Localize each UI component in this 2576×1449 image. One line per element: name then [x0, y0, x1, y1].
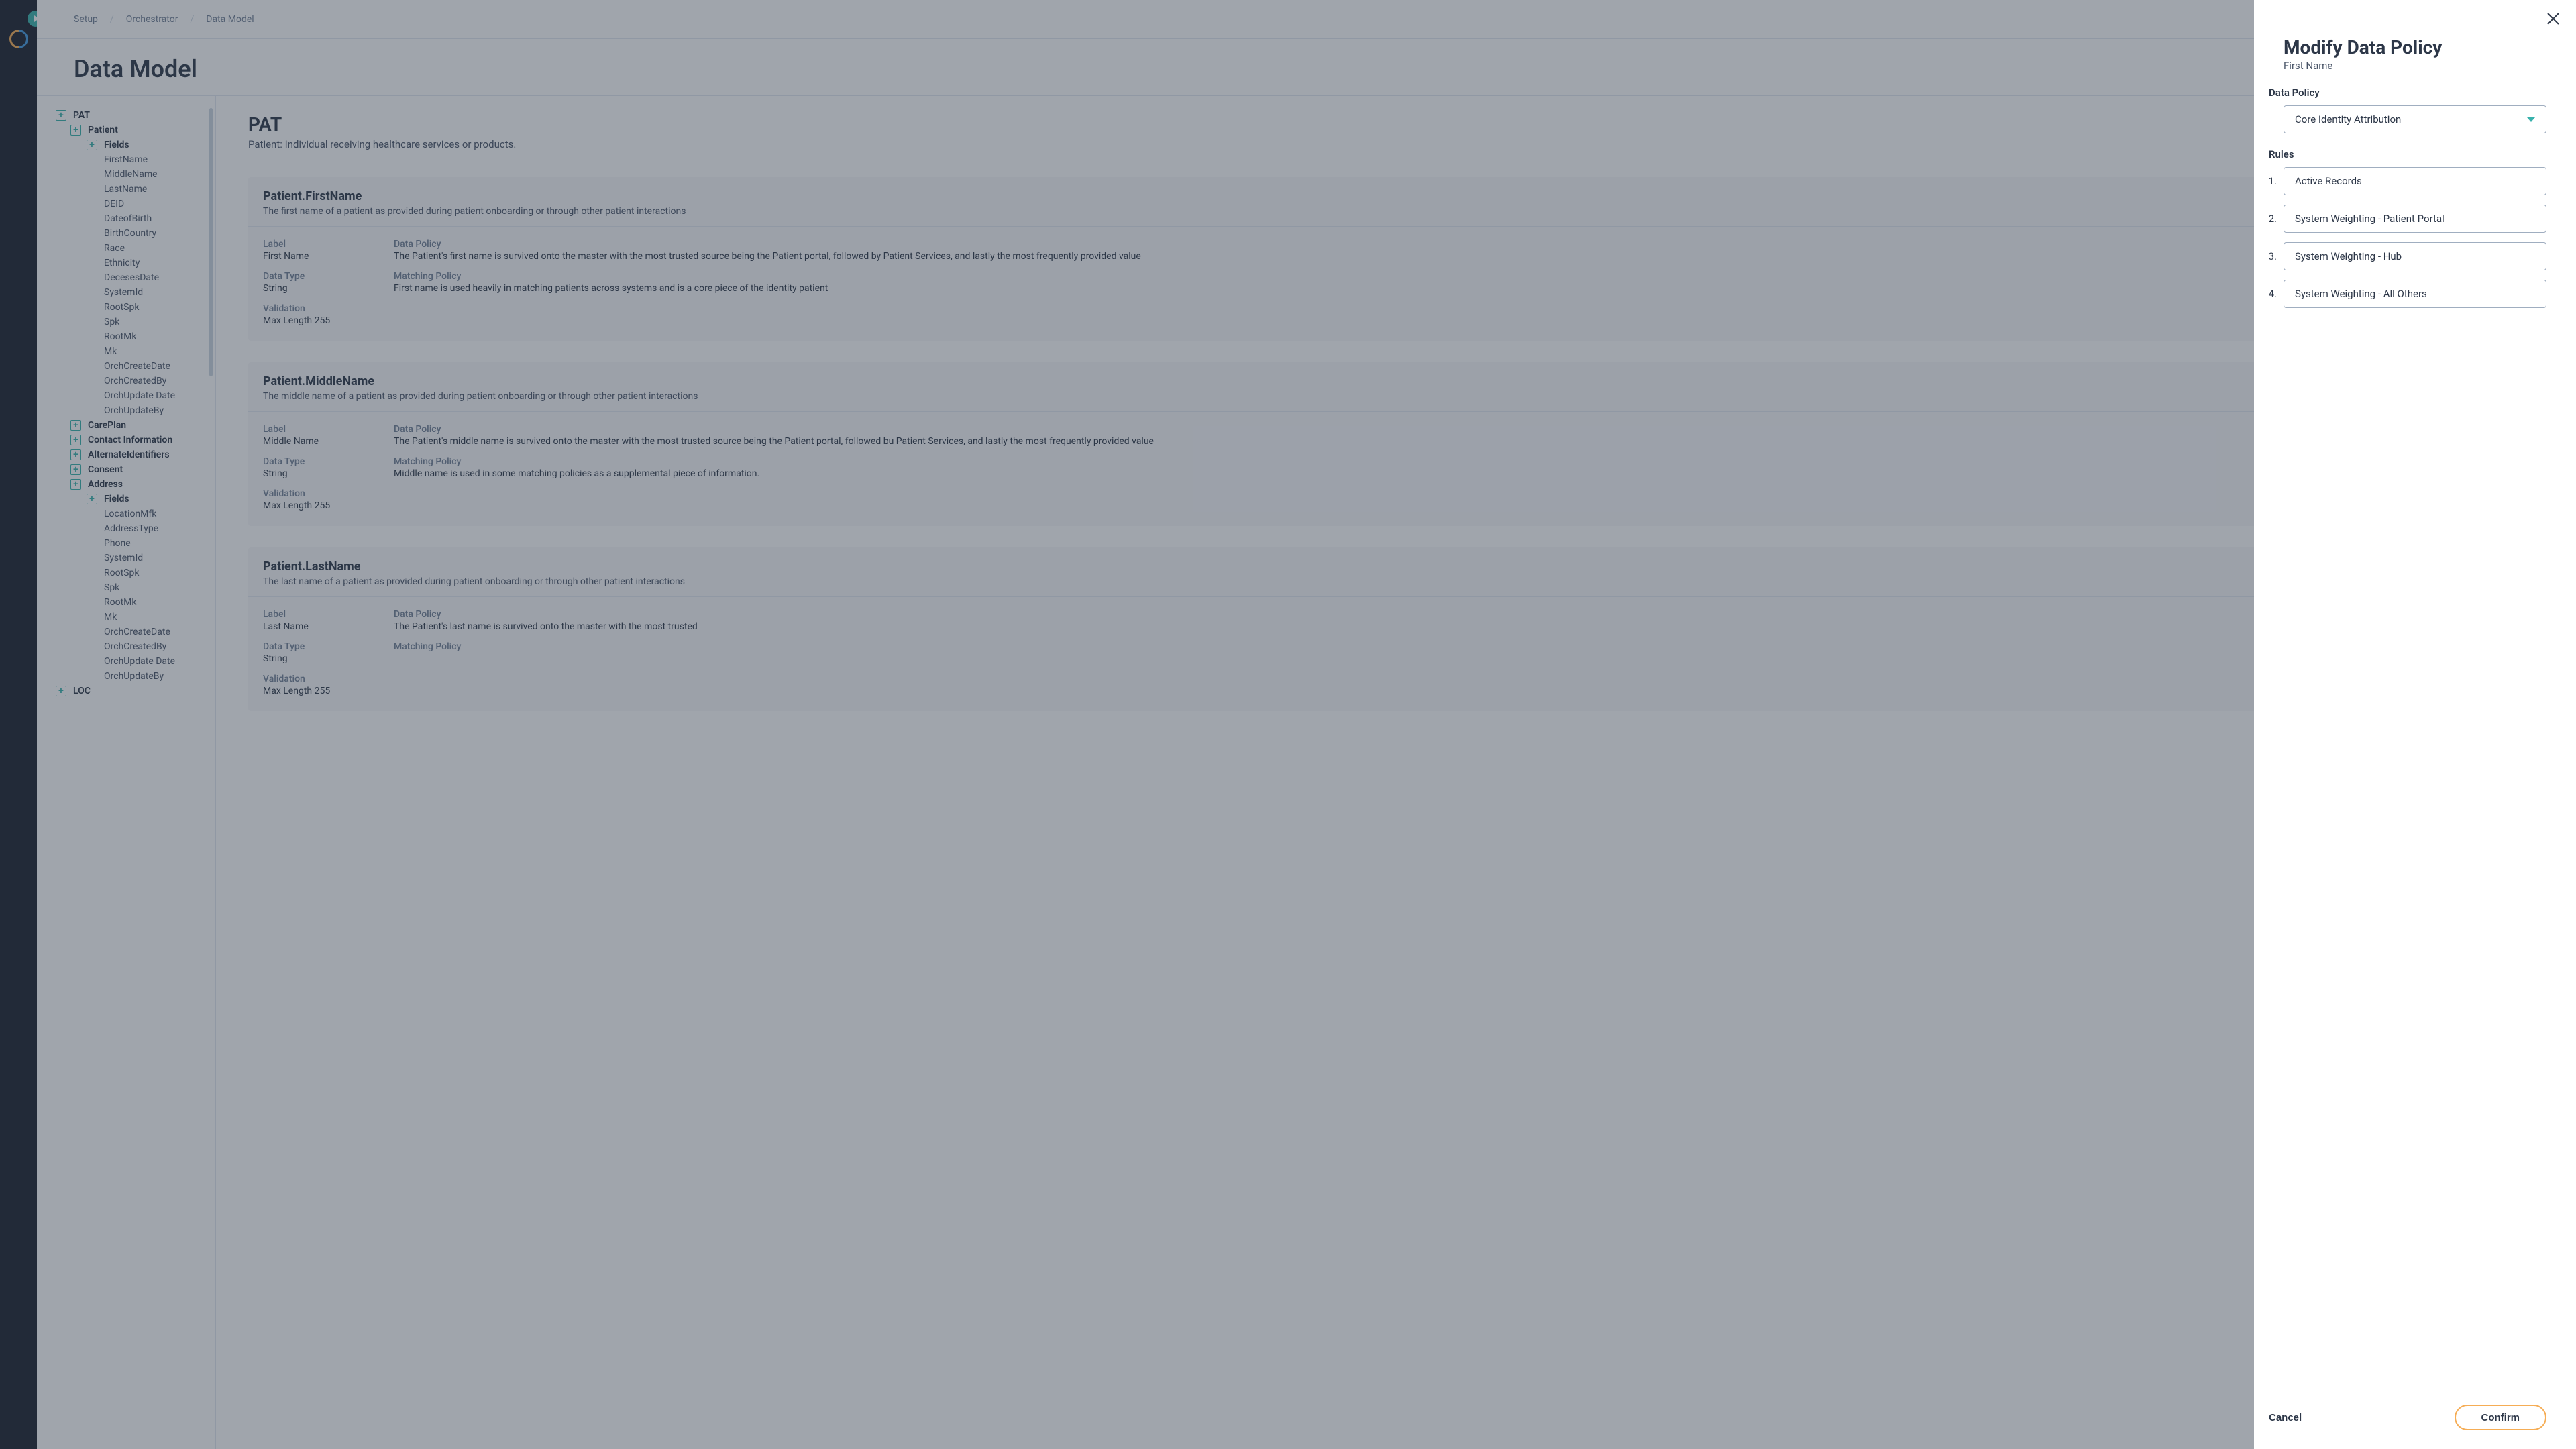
rule-row: 4.System Weighting - All Others — [2284, 280, 2546, 308]
data-policy-select[interactable]: Core Identity Attribution — [2284, 105, 2546, 133]
rule-value: Active Records — [2295, 175, 2362, 187]
rule-number: 4. — [2265, 288, 2277, 300]
rules-list: 1.Active Records 2.System Weighting - Pat… — [2284, 167, 2546, 308]
rule-row: 1.Active Records — [2284, 167, 2546, 195]
rule-row: 3.System Weighting - Hub — [2284, 242, 2546, 270]
rule-select[interactable]: System Weighting - Hub — [2284, 242, 2546, 270]
data-policy-label: Data Policy — [2269, 87, 2546, 99]
data-policy-value: Core Identity Attribution — [2295, 113, 2401, 125]
rule-number: 1. — [2265, 175, 2277, 187]
close-icon[interactable] — [2544, 9, 2563, 28]
cancel-button[interactable]: Cancel — [2269, 1412, 2302, 1424]
modal-scrim[interactable] — [0, 0, 2254, 1449]
modify-data-policy-panel: Modify Data Policy First Name Data Polic… — [2254, 0, 2576, 1449]
chevron-down-icon — [2527, 117, 2535, 122]
rule-select[interactable]: System Weighting - Patient Portal — [2284, 205, 2546, 233]
panel-footer: Cancel Confirm — [2284, 1391, 2546, 1430]
confirm-button[interactable]: Confirm — [2455, 1405, 2547, 1430]
rule-value: System Weighting - Patient Portal — [2295, 213, 2445, 225]
rule-value: System Weighting - Hub — [2295, 250, 2402, 262]
rule-value: System Weighting - All Others — [2295, 288, 2427, 300]
rule-select[interactable]: Active Records — [2284, 167, 2546, 195]
rule-row: 2.System Weighting - Patient Portal — [2284, 205, 2546, 233]
rule-number: 2. — [2265, 213, 2277, 225]
panel-title: Modify Data Policy — [2284, 36, 2546, 58]
rule-number: 3. — [2265, 250, 2277, 262]
panel-subtitle: First Name — [2284, 60, 2546, 72]
rule-select[interactable]: System Weighting - All Others — [2284, 280, 2546, 308]
rules-label: Rules — [2269, 148, 2546, 160]
